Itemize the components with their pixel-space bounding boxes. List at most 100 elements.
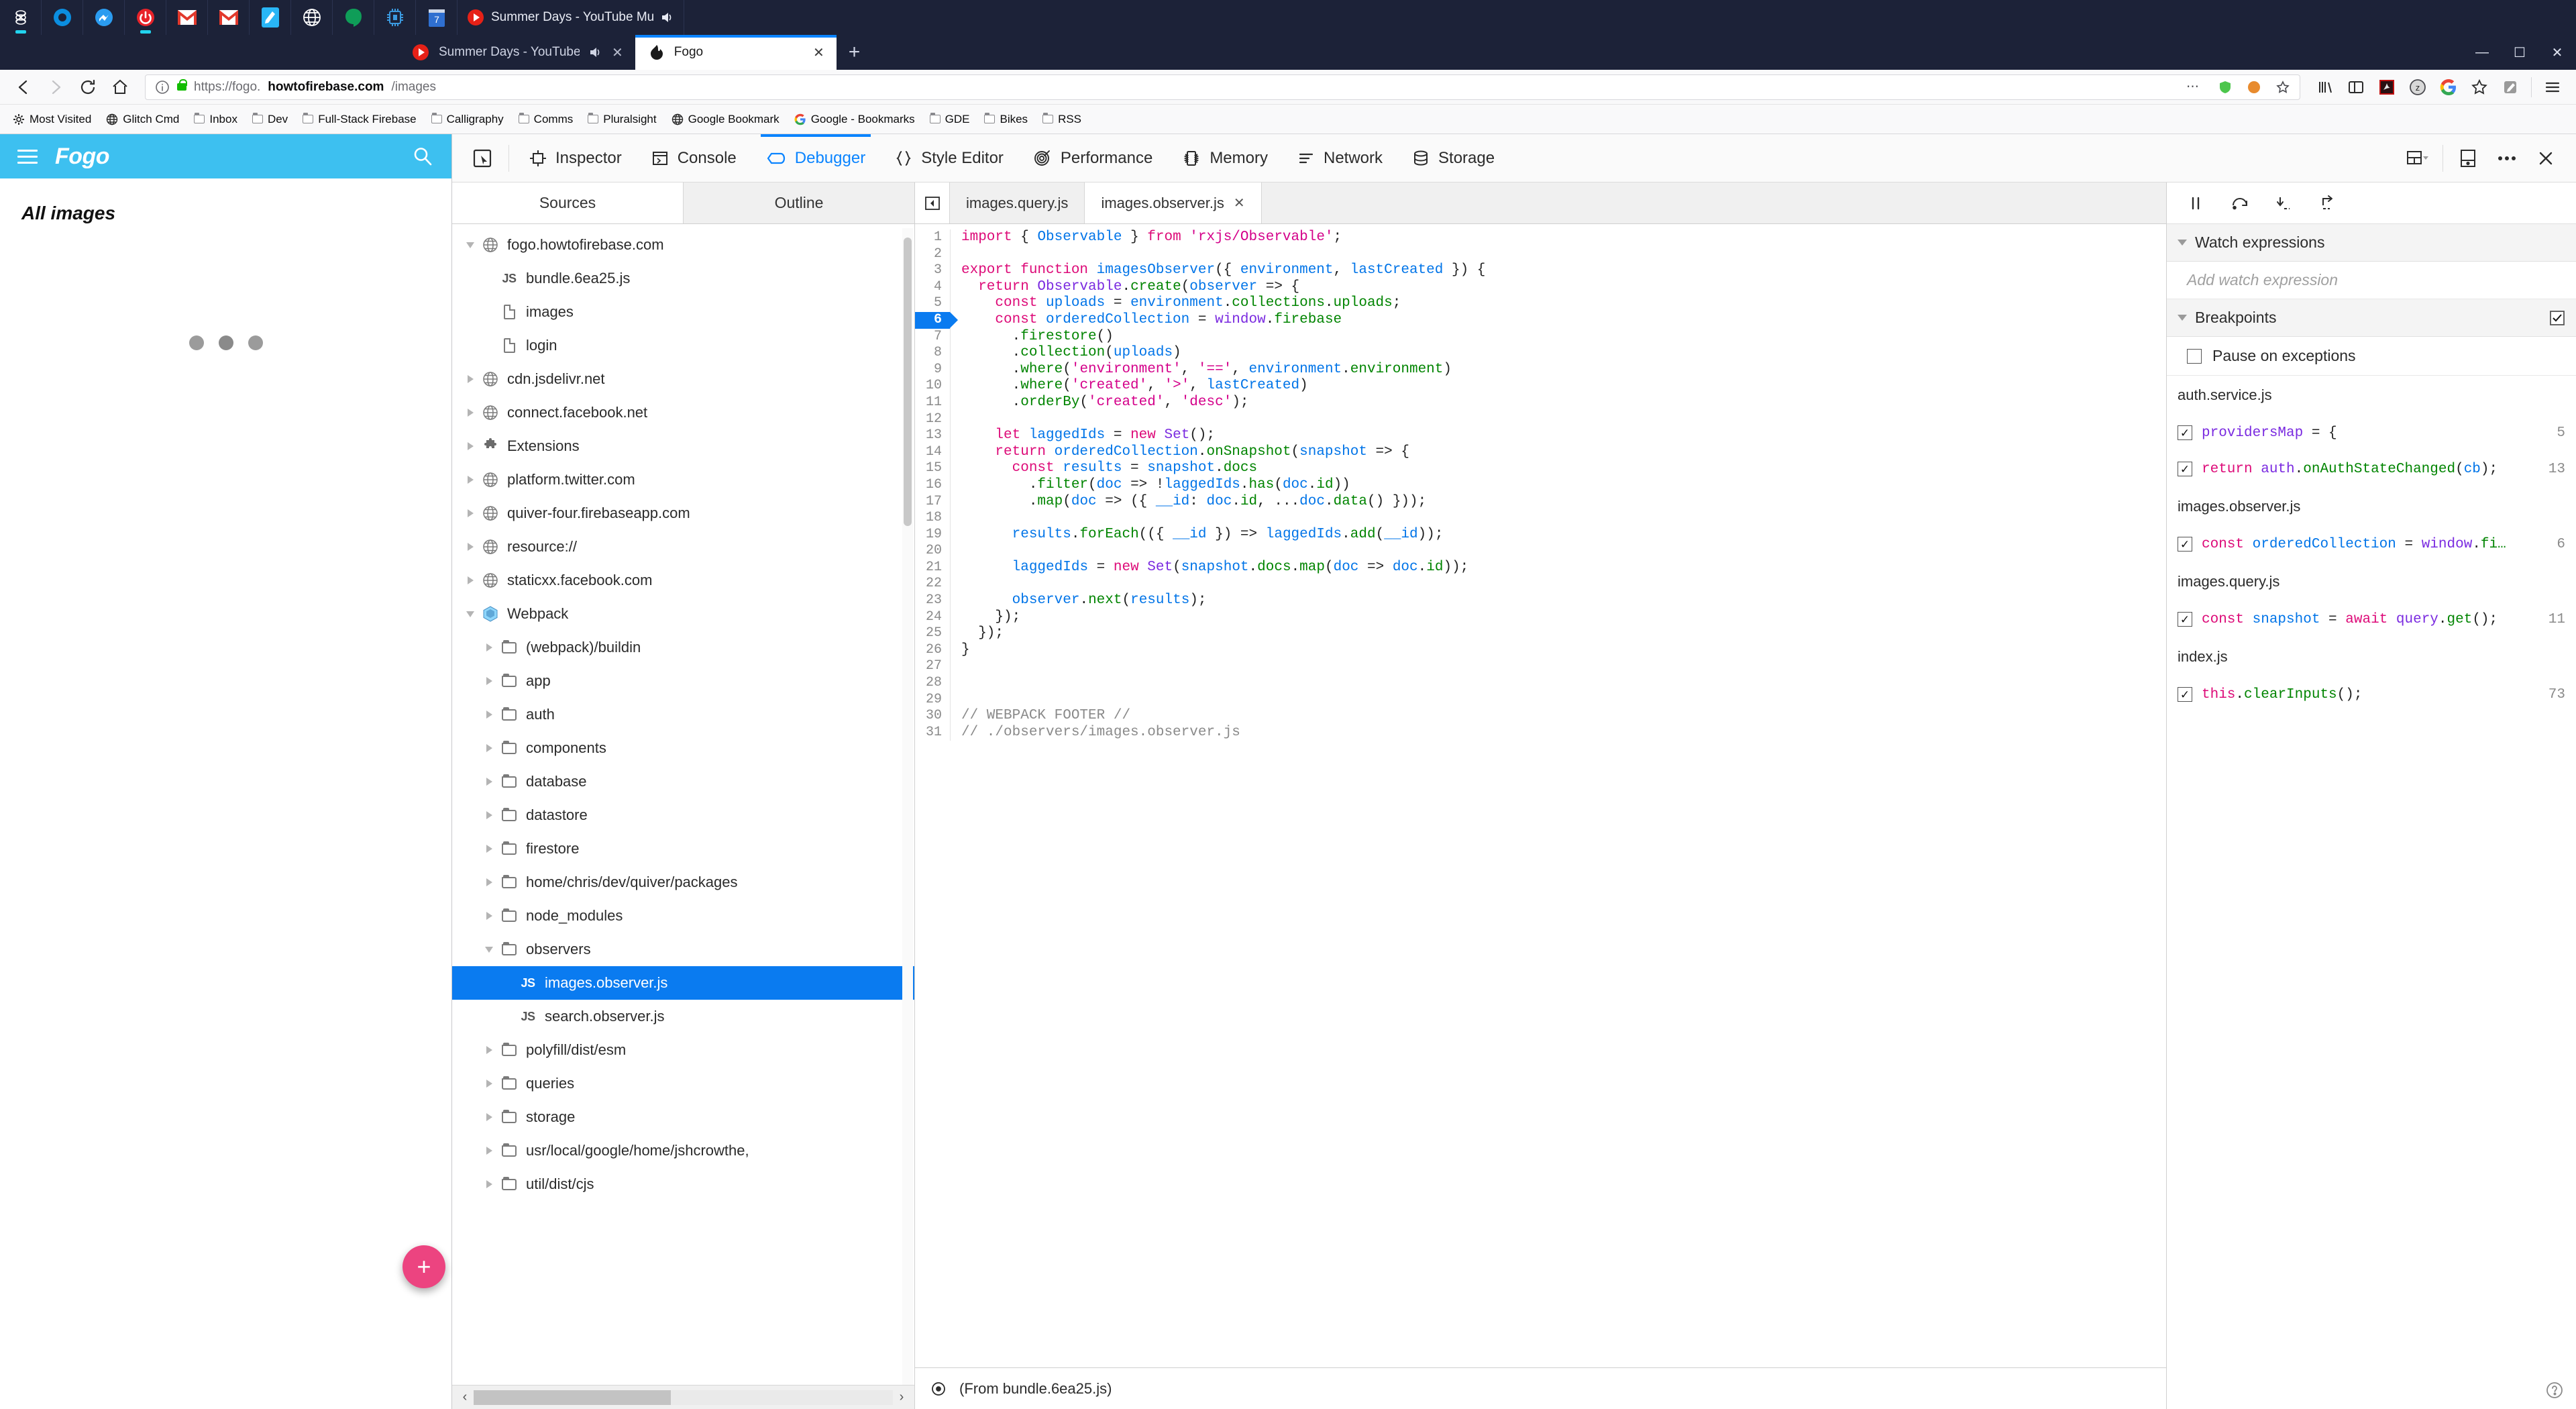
code-line[interactable]: 13 let laggedIds = new Set();: [915, 427, 2166, 444]
taskbar-icon-messenger[interactable]: [83, 0, 125, 35]
breakpoint-checkbox[interactable]: ✓: [2178, 687, 2192, 702]
bookmark-glitch-cmd[interactable]: Glitch Cmd: [100, 108, 185, 131]
code-line[interactable]: 31// ./observers/images.observer.js: [915, 724, 2166, 741]
breakpoint-checkbox[interactable]: ✓: [2178, 612, 2192, 627]
breakpoint-row[interactable]: ✓ return auth.onAuthStateChanged(cb); 13: [2167, 451, 2576, 487]
search-icon[interactable]: [411, 145, 434, 168]
chevron-right-icon[interactable]: [480, 1046, 498, 1054]
chevron-right-icon[interactable]: [480, 811, 498, 819]
chevron-right-icon[interactable]: [480, 643, 498, 651]
chevron-right-icon[interactable]: [480, 711, 498, 719]
sidebar-icon[interactable]: [2342, 73, 2370, 101]
code-line[interactable]: 26}: [915, 641, 2166, 659]
line-number[interactable]: 7: [915, 329, 950, 346]
code-line[interactable]: 16 .filter(doc => !laggedIds.has(doc.id)…: [915, 476, 2166, 494]
taskbar-icon-firefox-nightly[interactable]: [0, 0, 42, 35]
reload-button[interactable]: [74, 73, 102, 101]
line-number[interactable]: 25: [915, 625, 950, 642]
code-line[interactable]: 8 .collection(uploads): [915, 345, 2166, 362]
add-image-fab[interactable]: +: [402, 1245, 445, 1288]
new-tab-button[interactable]: +: [837, 35, 873, 70]
line-number[interactable]: 10: [915, 378, 950, 395]
code-line[interactable]: 11 .orderBy('created', 'desc');: [915, 394, 2166, 411]
info-circle-icon[interactable]: [155, 80, 170, 95]
scroll-left-arrow[interactable]: ‹: [456, 1390, 474, 1405]
tab-console[interactable]: Console: [637, 134, 751, 182]
star-icon[interactable]: [2465, 73, 2493, 101]
tree-node-resource[interactable]: resource://: [452, 530, 914, 564]
tree-node-polyfill-dist-esm[interactable]: polyfill/dist/esm: [452, 1033, 914, 1067]
breakpoint-checkbox[interactable]: ✓: [2178, 537, 2192, 552]
browser-tab-youtube[interactable]: Summer Days - YouTube Mu ✕: [400, 35, 635, 70]
tab-outline[interactable]: Outline: [683, 182, 914, 223]
breakpoint-row[interactable]: ✓ this.clearInputs(); 73: [2167, 676, 2576, 713]
tab-style-editor[interactable]: Style Editor: [880, 134, 1018, 182]
tree-node-database[interactable]: database: [452, 765, 914, 798]
line-number[interactable]: 21: [915, 560, 950, 576]
code-line[interactable]: 7 .firestore(): [915, 328, 2166, 346]
bookmark-comms[interactable]: Comms: [513, 108, 580, 131]
tree-node-images-observer-js[interactable]: JS images.observer.js: [452, 966, 914, 1000]
eye-icon[interactable]: [930, 1380, 947, 1398]
tree-node-connect-facebook-net[interactable]: connect.facebook.net: [452, 396, 914, 429]
tab-inspector[interactable]: Inspector: [515, 134, 637, 182]
browser-tab-fogo[interactable]: Fogo ✕: [635, 35, 837, 70]
tree-node-util-dist-cjs[interactable]: util/dist/cjs: [452, 1167, 914, 1201]
page-actions-menu[interactable]: ⋯: [2186, 79, 2201, 95]
breakpoints-header[interactable]: Breakpoints: [2167, 299, 2576, 337]
code-line[interactable]: 5 const uploads = environment.collection…: [915, 295, 2166, 312]
code-line[interactable]: 12: [915, 411, 2166, 428]
tree-node-bundle-6ea25-js[interactable]: JS bundle.6ea25.js: [452, 262, 914, 295]
editor-tab-images-observer[interactable]: images.observer.js ✕: [1085, 182, 1262, 223]
tree-node-fogo-howtofirebase-com[interactable]: fogo.howtofirebase.com: [452, 228, 914, 262]
code-line[interactable]: 20: [915, 543, 2166, 560]
chevron-right-icon[interactable]: [480, 1080, 498, 1088]
code-line[interactable]: 27: [915, 658, 2166, 676]
breakpoint-checkbox[interactable]: ✓: [2178, 425, 2192, 440]
editor-tab-images-query[interactable]: images.query.js: [950, 182, 1085, 223]
code-viewer[interactable]: 1 import { Observable } from 'rxjs/Observ…: [915, 224, 2166, 1367]
pause-icon[interactable]: [2176, 182, 2215, 224]
tab-sources[interactable]: Sources: [452, 182, 683, 223]
chevron-right-icon[interactable]: [462, 409, 479, 417]
chevron-right-icon[interactable]: [480, 912, 498, 920]
chevron-right-icon[interactable]: [462, 442, 479, 450]
line-number[interactable]: 15: [915, 460, 950, 477]
element-picker-icon[interactable]: [462, 134, 503, 182]
prev-tab-icon[interactable]: [915, 182, 950, 223]
code-line[interactable]: 15 const results = snapshot.docs: [915, 460, 2166, 477]
tab-mute-icon[interactable]: [589, 46, 602, 58]
line-number[interactable]: 31: [915, 725, 950, 741]
pause-on-exceptions-checkbox[interactable]: [2187, 348, 2202, 364]
bookmark-inbox[interactable]: Inbox: [188, 108, 244, 131]
minimize-button[interactable]: —: [2463, 35, 2501, 70]
taskbar-icon-power[interactable]: [125, 0, 166, 35]
toggle-all-breakpoints-checkbox[interactable]: [2549, 310, 2565, 326]
bookmark-full-stack-firebase[interactable]: Full-Stack Firebase: [297, 108, 422, 131]
code-line[interactable]: 9 .where('environment', '==', environmen…: [915, 361, 2166, 378]
tree-node-node-modules[interactable]: node_modules: [452, 899, 914, 933]
bookmark-bikes[interactable]: Bikes: [978, 108, 1034, 131]
chevron-right-icon[interactable]: [462, 576, 479, 584]
line-number[interactable]: 24: [915, 609, 950, 626]
close-devtools-icon[interactable]: [2526, 134, 2565, 182]
line-number[interactable]: 4: [915, 279, 950, 296]
library-icon[interactable]: [2311, 73, 2339, 101]
chevron-down-icon[interactable]: [462, 611, 479, 617]
breakpoint-row[interactable]: ✓ const orderedCollection = window.fi… 6: [2167, 526, 2576, 562]
tree-node-images[interactable]: images: [452, 295, 914, 329]
line-number[interactable]: 30: [915, 708, 950, 725]
tree-node-webpack[interactable]: Webpack: [452, 597, 914, 631]
tree-node-quiver-four-firebaseapp-com[interactable]: quiver-four.firebaseapp.com: [452, 497, 914, 530]
chevron-right-icon[interactable]: [462, 476, 479, 484]
step-over-icon[interactable]: [2220, 182, 2259, 224]
line-number[interactable]: 20: [915, 543, 950, 560]
line-number[interactable]: 27: [915, 658, 950, 675]
line-number[interactable]: 8: [915, 345, 950, 362]
tree-node-extensions[interactable]: Extensions: [452, 429, 914, 463]
tab-storage[interactable]: Storage: [1397, 134, 1509, 182]
watch-expressions-header[interactable]: Watch expressions: [2167, 224, 2576, 262]
code-line[interactable]: 6 const orderedCollection = window.fireb…: [915, 311, 2166, 329]
code-line[interactable]: 14 return orderedCollection.onSnapshot(s…: [915, 443, 2166, 461]
line-number[interactable]: 2: [915, 246, 950, 263]
